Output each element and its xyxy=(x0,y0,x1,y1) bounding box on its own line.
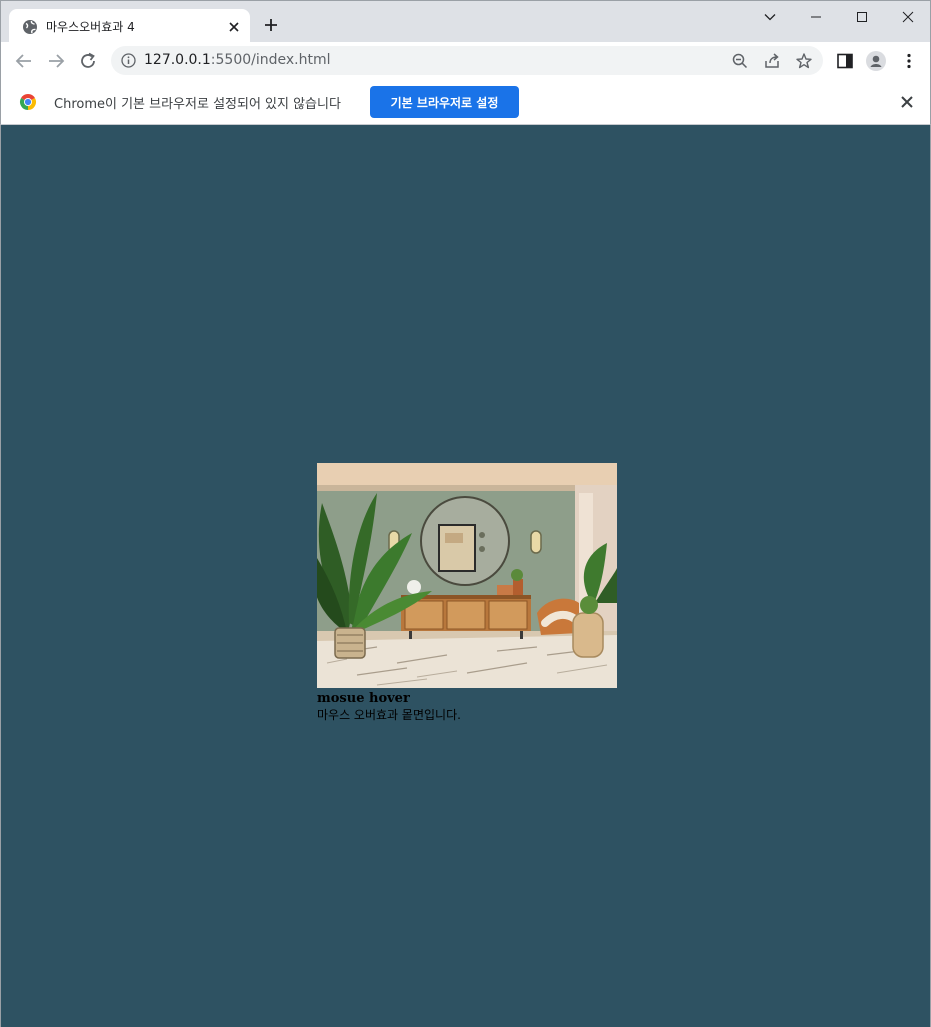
browser-tab[interactable]: 마우스오버효과 4 xyxy=(9,9,250,44)
share-icon[interactable] xyxy=(763,52,781,70)
reload-icon[interactable] xyxy=(77,50,99,72)
info-icon[interactable] xyxy=(121,53,136,68)
profile-avatar-icon[interactable] xyxy=(866,51,886,71)
forward-arrow-icon[interactable] xyxy=(45,50,67,72)
hover-card[interactable]: mosue hover 마우스 오버효과 뫁면입니다. xyxy=(317,463,617,723)
tab-title: 마우스오버효과 4 xyxy=(46,20,135,34)
more-menu-icon[interactable] xyxy=(899,51,919,71)
card-title: mosue hover xyxy=(317,691,410,706)
back-arrow-icon[interactable] xyxy=(13,50,35,72)
address-url: 127.0.0.1:5500/index.html xyxy=(144,52,331,68)
maximize-button[interactable] xyxy=(839,5,885,29)
card-description: 마우스 오버효과 뫁면입니다. xyxy=(317,708,461,722)
url-port: :5500 xyxy=(210,52,252,68)
maximize-icon xyxy=(857,12,867,22)
default-browser-infobar: Chrome이 기본 브라우저로 설정되어 있지 않습니다 기본 브라우저로 설… xyxy=(0,80,931,125)
tab-search-button[interactable] xyxy=(747,5,793,29)
url-host: 127.0.0.1 xyxy=(144,52,211,68)
chrome-logo-icon xyxy=(19,93,37,110)
url-path: /index.html xyxy=(251,52,331,68)
infobar-message: Chrome이 기본 브라우저로 설정되어 있지 않습니다 xyxy=(54,97,341,112)
chevron-down-icon xyxy=(764,14,776,21)
browser-toolbar: 127.0.0.1:5500/index.html xyxy=(0,42,931,80)
zoom-out-icon[interactable] xyxy=(731,52,749,70)
window-close-button[interactable] xyxy=(885,5,931,29)
address-bar[interactable]: 127.0.0.1:5500/index.html xyxy=(111,46,823,75)
side-panel-icon[interactable] xyxy=(835,51,855,71)
plus-icon[interactable] xyxy=(261,15,281,35)
minimize-button[interactable] xyxy=(793,5,839,29)
tab-strip: 마우스오버효과 4 xyxy=(0,0,931,44)
close-icon[interactable] xyxy=(225,18,243,36)
close-icon xyxy=(902,11,914,23)
minimize-icon xyxy=(811,16,821,18)
close-icon[interactable] xyxy=(899,94,915,110)
set-default-browser-button[interactable]: 기본 브라우저로 설정 xyxy=(370,86,519,118)
page-viewport: mosue hover 마우스 오버효과 뫁면입니다. xyxy=(0,125,931,1027)
globe-icon xyxy=(23,20,37,34)
living-room-photo xyxy=(317,463,617,688)
star-icon[interactable] xyxy=(795,52,813,70)
